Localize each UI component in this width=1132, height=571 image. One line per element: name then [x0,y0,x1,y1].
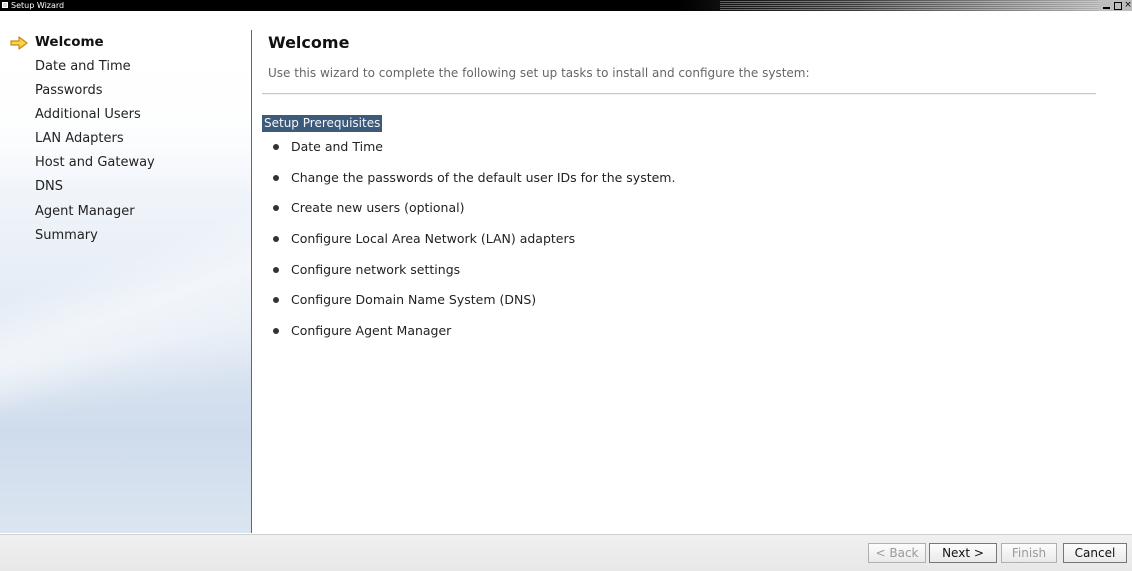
divider [262,93,1096,95]
intro-text: Use this wizard to complete the followin… [268,66,810,80]
sidebar-item-dns[interactable]: DNS [35,179,63,194]
sidebar-item-passwords[interactable]: Passwords [35,83,103,98]
task-label: Configure network settings [291,262,461,277]
task-label: Create new users (optional) [291,200,465,215]
back-button[interactable]: < Back [868,543,926,563]
maximize-icon[interactable] [1113,1,1122,10]
task-item: Date and Time [273,139,383,154]
task-label: Date and Time [291,139,383,154]
sidebar-item-welcome[interactable]: Welcome [35,34,104,50]
bullet-icon [273,297,279,303]
cancel-button[interactable]: Cancel [1063,543,1127,563]
sidebar-item-agent-manager[interactable]: Agent Manager [35,204,135,219]
section-label-setup-prerequisites: Setup Prerequisites [262,115,383,132]
sidebar-item-summary[interactable]: Summary [35,228,98,243]
bullet-icon [273,236,279,242]
minimize-icon[interactable] [1102,1,1111,10]
task-item: Change the passwords of the default user… [273,170,675,185]
title-bar-stripes [720,1,1100,10]
page-title: Welcome [268,33,350,52]
task-label: Change the passwords of the default user… [291,170,676,185]
wizard-steps-sidebar: Welcome Date and Time Passwords Addition… [0,30,252,533]
task-item: Configure Agent Manager [273,323,451,338]
bullet-icon [273,205,279,211]
window-controls: × [1098,0,1132,11]
window-menu-icon[interactable] [2,2,8,8]
wizard-button-bar: < Back Next > Finish Cancel [0,534,1132,571]
next-button[interactable]: Next > [929,543,997,563]
sidebar-item-additional-users[interactable]: Additional Users [35,107,141,122]
task-label: Configure Domain Name System (DNS) [291,292,537,307]
sidebar-item-date-and-time[interactable]: Date and Time [35,59,131,74]
sidebar-item-host-and-gateway[interactable]: Host and Gateway [35,155,155,170]
task-item: Create new users (optional) [273,200,464,215]
task-item: Configure Domain Name System (DNS) [273,292,536,307]
bullet-icon [273,267,279,273]
task-item: Configure Local Area Network (LAN) adapt… [273,231,575,246]
task-label: Configure Agent Manager [291,323,452,338]
window-title: Setup Wizard [11,1,65,10]
finish-button[interactable]: Finish [1001,543,1057,563]
bullet-icon [273,144,279,150]
task-label: Configure Local Area Network (LAN) adapt… [291,231,576,246]
bullet-icon [273,328,279,334]
bullet-icon [273,175,279,181]
close-icon[interactable]: × [1124,1,1132,10]
title-bar[interactable]: Setup Wizard × [0,0,1132,11]
arrow-right-icon [10,36,28,50]
sidebar-item-lan-adapters[interactable]: LAN Adapters [35,131,124,146]
task-item: Configure network settings [273,262,460,277]
